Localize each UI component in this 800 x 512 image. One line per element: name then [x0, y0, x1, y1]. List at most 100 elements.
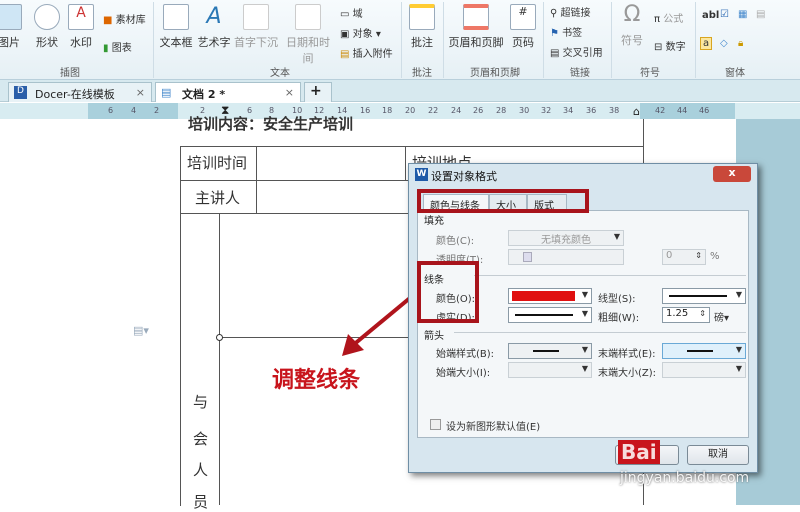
weight-unit-dropdown[interactable]: 磅▾ [714, 309, 729, 324]
dropcap-button[interactable]: 首字下沉 [234, 4, 278, 50]
dash-dropdown[interactable]: ▼ [508, 307, 592, 323]
dialog-title-bar[interactable]: W 设置对象格式 x [409, 164, 757, 186]
watermark-button[interactable]: A 水印 [66, 4, 96, 50]
transparency-input[interactable]: 0 ⇕ [662, 249, 706, 265]
group-label-form: 窗体 [725, 68, 745, 79]
line-handle[interactable] [216, 334, 223, 341]
listbox-control-icon[interactable]: ▦ [738, 9, 747, 20]
form-properties-icon[interactable]: ▤ [756, 9, 765, 20]
line-color-dropdown[interactable]: ▼ [508, 288, 592, 304]
close-tab-icon[interactable]: × [136, 86, 145, 99]
transparency-slider[interactable] [508, 249, 624, 265]
header-footer-button[interactable]: 页眉和页脚 [448, 4, 504, 50]
begin-size-dropdown[interactable]: ▼ [508, 362, 592, 378]
insert-picture-button[interactable]: 图片 [0, 4, 26, 50]
ruler-tick: 6 [108, 106, 114, 115]
omega-icon: Ω [623, 2, 641, 27]
right-indent-marker-icon[interactable]: ⌂ [633, 105, 640, 118]
line-style-dropdown[interactable]: ▼ [662, 288, 746, 304]
end-style-dropdown[interactable]: ▼ [662, 343, 746, 359]
spinner-icon[interactable]: ⇕ [695, 251, 702, 260]
comment-button[interactable]: 批注 [406, 4, 438, 50]
watermark-icon: A [68, 4, 94, 30]
material-library-button[interactable]: ■ 素材库 [103, 11, 146, 26]
close-dialog-button[interactable]: x [713, 166, 751, 182]
default-checkbox-label: 设为新图形默认值(E) [446, 422, 541, 433]
tab-docer-templates[interactable]: D Docer-在线模板 × [8, 82, 152, 102]
group-label-text: 文本 [270, 68, 290, 79]
watermark-url: jingyan.baidu.com [620, 470, 750, 486]
chevron-down-icon: ▼ [581, 345, 588, 354]
chevron-down-icon: ▼ [735, 290, 742, 299]
ruler-tick: 38 [609, 106, 620, 115]
divider [153, 2, 154, 78]
textbox-button[interactable]: 文本框 [158, 4, 194, 50]
line-preview [669, 295, 727, 297]
cross-reference-icon: ▤ [550, 48, 560, 59]
ruler-tick: 2 [154, 106, 160, 115]
chevron-down-icon: ▼ [613, 232, 620, 241]
ruler-tick: 30 [519, 106, 530, 115]
document-tab-bar: D Docer-在线模板 × ▤ 文档 2 * × + [0, 80, 800, 102]
tab-document-2[interactable]: ▤ 文档 2 * × [155, 82, 301, 102]
cancel-button[interactable]: 取消 [687, 445, 749, 465]
default-checkbox[interactable] [430, 419, 441, 430]
symbol-button[interactable]: Ω 符号 [616, 2, 648, 48]
ruler-tick: 20 [405, 106, 416, 115]
calendar-icon [295, 4, 321, 30]
material-icon: ■ [103, 15, 113, 26]
form-shading-icon[interactable]: a [700, 37, 713, 50]
cross-reference-button[interactable]: ▤ 交叉引用 [550, 44, 603, 59]
bookmark-button[interactable]: ⚑ 书签 [550, 24, 582, 39]
number-icon: ⊟ [654, 42, 663, 53]
insert-attachment-button[interactable]: ▤ 插入附件 [340, 45, 393, 60]
slider-thumb[interactable] [523, 252, 532, 262]
fill-color-dropdown[interactable]: 无填充颜色 ▼ [508, 230, 624, 246]
divider [543, 2, 544, 78]
ruler-tick: 36 [586, 106, 597, 115]
group-label-illustrations: 插图 [60, 68, 80, 79]
divider [695, 2, 696, 78]
chevron-down-icon: ▼ [581, 309, 588, 318]
field-button[interactable]: ▭ 域 [340, 5, 363, 20]
chevron-down-icon: ▼ [735, 345, 742, 354]
eraser-icon[interactable]: ◇ [720, 38, 728, 49]
divider [611, 2, 612, 78]
document-icon: ▤ [161, 86, 172, 99]
group-label-comment: 批注 [412, 68, 432, 79]
close-tab-icon[interactable]: × [285, 86, 294, 99]
datetime-button[interactable]: 日期和时间 [282, 4, 334, 66]
chart-icon: ▮ [103, 43, 109, 54]
ruler-tick: 34 [563, 106, 574, 115]
paragraph-options-icon[interactable]: ▤▾ [133, 324, 149, 337]
shape-button[interactable]: 形状 [32, 4, 62, 50]
ruler-tick: 24 [451, 106, 462, 115]
object-icon: ▣ [340, 29, 350, 40]
ruler-tick: 18 [382, 106, 393, 115]
wps-icon: W [415, 168, 428, 181]
new-tab-button[interactable]: + [304, 82, 332, 102]
spinner-icon[interactable]: ⇕ [699, 309, 706, 318]
formula-button[interactable]: π 公式 [654, 10, 683, 25]
hyperlink-button[interactable]: ⚲ 超链接 [550, 4, 591, 19]
ruler-tick: 44 [677, 106, 688, 115]
weight-input[interactable]: 1.25 ⇕ [662, 307, 710, 323]
object-button[interactable]: ▣ 对象 ▾ [340, 25, 381, 40]
ruler-tick: 42 [655, 106, 666, 115]
wordart-button[interactable]: A 艺术字 [196, 4, 232, 50]
lock-icon[interactable]: 🔒︎ [738, 38, 743, 49]
text-field-control-button[interactable]: abl [702, 10, 719, 21]
fill-color-label: 颜色(C): [436, 236, 475, 247]
end-size-dropdown[interactable]: ▼ [662, 362, 746, 378]
table-border [256, 146, 257, 213]
checkbox-control-icon[interactable]: ☑ [720, 9, 729, 20]
number-button[interactable]: ⊟ 数字 [654, 38, 686, 53]
bookmark-flag-icon: ⚑ [550, 28, 559, 39]
chart-button[interactable]: ▮ 图表 [103, 39, 132, 54]
divider [443, 2, 444, 78]
page-number-button[interactable]: # 页码 [508, 4, 538, 50]
attendees-char: 员 [193, 493, 209, 511]
header-footer-icon [463, 4, 489, 30]
horizontal-ruler[interactable]: 642 2 6 8 10 12 14 16 18 20 22 24 26 28 30 32 34 36 38 42 4… [0, 103, 800, 119]
begin-style-dropdown[interactable]: ▼ [508, 343, 592, 359]
